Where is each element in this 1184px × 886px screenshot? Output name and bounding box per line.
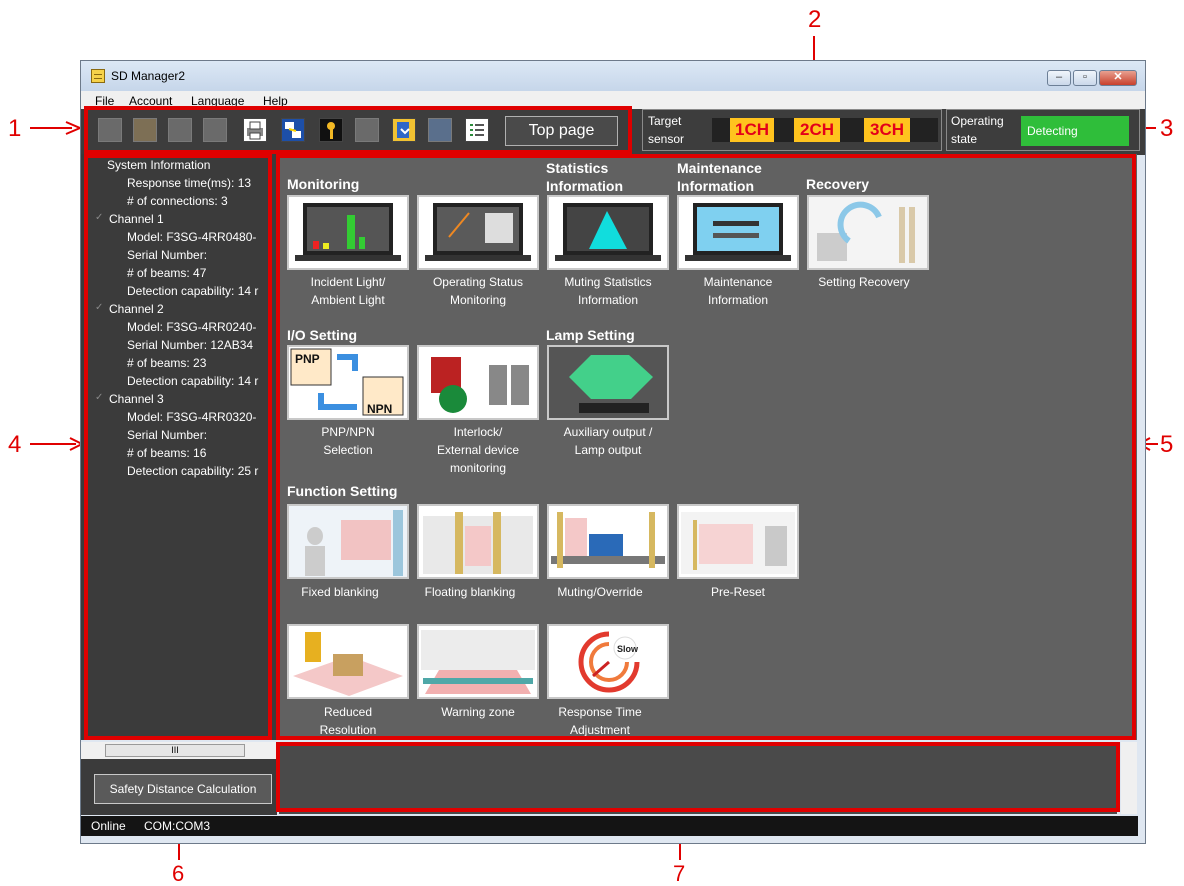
operating-state-label-1: Operating — [951, 114, 1004, 128]
annotation-box-message — [276, 742, 1120, 812]
callout-2: 2 — [808, 6, 822, 33]
title-bar: SD Manager2 – ▫ ✕ — [81, 61, 1145, 91]
scrollbar-thumb[interactable]: III — [105, 744, 245, 757]
operating-state-value: Detecting — [1021, 116, 1129, 146]
channel-2-tag[interactable]: 2CH — [794, 118, 840, 142]
channel-3-tag[interactable]: 3CH — [864, 118, 910, 142]
status-port: COM:COM3 — [144, 819, 210, 833]
window-title: SD Manager2 — [111, 69, 186, 83]
callout-3: 3 — [1160, 115, 1174, 142]
callout-1: 1 — [8, 115, 22, 142]
channel-1-tag[interactable]: 1CH — [730, 118, 774, 142]
callout-4: 4 — [8, 431, 22, 458]
status-bar — [81, 816, 1138, 836]
annotation-box-toolbar — [84, 106, 632, 154]
close-button[interactable]: ✕ — [1099, 70, 1137, 86]
operating-state-label-2: state — [951, 132, 978, 146]
target-sensor-label-1: Target — [648, 114, 682, 128]
arrow-4 — [30, 437, 85, 451]
annotation-box-main — [276, 154, 1136, 740]
status-online: Online — [91, 819, 126, 833]
target-sensor-label-2: sensor — [648, 132, 685, 146]
arrow-1 — [30, 121, 83, 135]
callout-6: 6 — [172, 861, 185, 886]
message-vertical-scrollbar[interactable] — [1121, 742, 1137, 814]
app-icon — [91, 69, 105, 83]
callout-7: 7 — [673, 861, 686, 886]
tree-horizontal-scrollbar[interactable]: III — [81, 742, 277, 759]
minimize-button[interactable]: – — [1047, 70, 1071, 86]
annotation-box-tree — [84, 154, 272, 740]
callout-5: 5 — [1160, 431, 1174, 458]
maximize-button[interactable]: ▫ — [1073, 70, 1097, 86]
safety-distance-calculation-button[interactable]: Safety Distance Calculation — [94, 774, 272, 804]
